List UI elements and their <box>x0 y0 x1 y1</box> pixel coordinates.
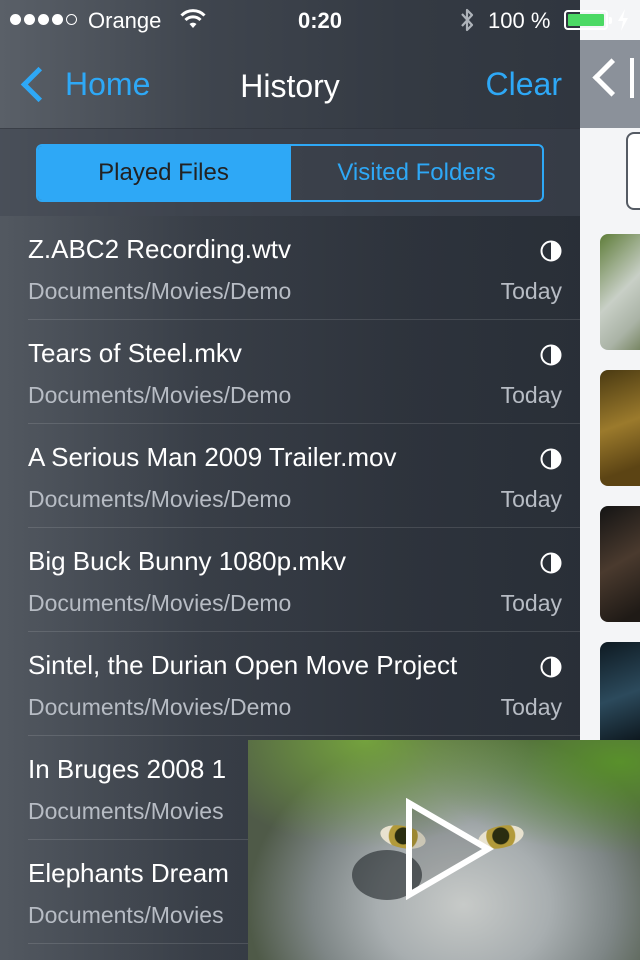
half-played-icon <box>540 240 562 262</box>
half-played-icon <box>540 656 562 678</box>
item-title: Big Buck Bunny 1080p.mkv <box>28 546 346 576</box>
item-date: Today <box>500 694 562 720</box>
item-date: Today <box>500 278 562 304</box>
item-path: Documents/Movies/Demo <box>28 694 292 720</box>
background-thumbnail[interactable] <box>600 370 640 486</box>
item-date: Today <box>500 590 562 616</box>
item-path: Documents/Movies <box>28 902 224 928</box>
clear-button[interactable]: Clear <box>486 66 562 103</box>
battery-icon <box>564 10 612 30</box>
item-title: Z.ABC2 Recording.wtv <box>28 234 291 264</box>
background-title-fragment <box>630 58 640 98</box>
item-date: Today <box>500 486 562 512</box>
list-item[interactable]: Sintel, the Durian Open Move Project Doc… <box>0 632 580 736</box>
item-path: Documents/Movies/Demo <box>28 486 292 512</box>
item-path: Documents/Movies/Demo <box>28 382 292 408</box>
item-path: Documents/Movies/Demo <box>28 278 292 304</box>
charging-bolt-icon <box>618 9 628 31</box>
visited-folders-tab[interactable]: Visited Folders <box>289 146 542 200</box>
half-played-icon <box>540 344 562 366</box>
list-item[interactable]: Tears of Steel.mkv Documents/Movies/Demo… <box>0 320 580 424</box>
half-played-icon <box>540 448 562 470</box>
background-segmented-control <box>626 132 640 210</box>
video-preview[interactable] <box>248 740 640 960</box>
item-path: Documents/Movies/Demo <box>28 590 292 616</box>
history-segmented-control: Played Files Visited Folders <box>36 144 544 202</box>
status-bar: Orange 0:20 100 % <box>0 0 640 40</box>
background-thumbnail[interactable] <box>600 234 640 350</box>
list-item[interactable]: Z.ABC2 Recording.wtv Documents/Movies/De… <box>0 216 580 320</box>
item-date: Today <box>500 382 562 408</box>
half-played-icon <box>540 552 562 574</box>
item-path: Documents/Movies <box>28 798 224 824</box>
battery-percentage: 100 % <box>488 8 551 33</box>
item-title: Sintel, the Durian Open Move Project <box>28 650 458 680</box>
list-item[interactable]: Big Buck Bunny 1080p.mkv Documents/Movie… <box>0 528 580 632</box>
bluetooth-icon <box>461 8 474 32</box>
background-thumbnail[interactable] <box>600 506 640 622</box>
list-item[interactable]: A Serious Man 2009 Trailer.mov Documents… <box>0 424 580 528</box>
item-title: A Serious Man 2009 Trailer.mov <box>28 442 397 472</box>
item-title: Tears of Steel.mkv <box>28 338 242 368</box>
played-files-tab[interactable]: Played Files <box>38 146 289 200</box>
navigation-bar: Home History Clear <box>0 40 580 128</box>
play-icon[interactable] <box>404 798 494 900</box>
